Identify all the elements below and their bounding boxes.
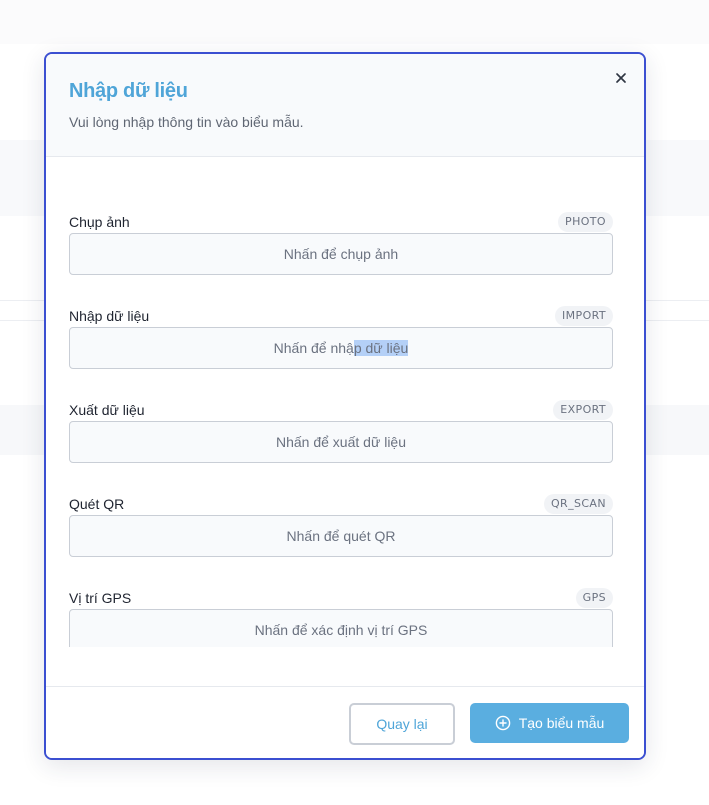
modal-title: Nhập dữ liệu bbox=[69, 80, 188, 102]
field-type-badge: QR_SCAN bbox=[543, 494, 613, 514]
field-photo: Chụp ảnh PHOTO Nhấn để chụp ảnh bbox=[69, 212, 613, 308]
button-text: Nhấn để nhậ bbox=[273, 340, 354, 356]
field-type-badge: IMPORT bbox=[555, 306, 613, 326]
modal-footer: Quay lại Tạo biểu mẫu bbox=[46, 686, 644, 758]
field-export: Xuất dữ liệu EXPORT Nhấn để xuất dữ liệu bbox=[69, 400, 613, 496]
modal-subtitle: Vui lòng nhập thông tin vào biểu mẫu. bbox=[69, 114, 304, 130]
modal-header: Nhập dữ liệu Vui lòng nhập thông tin vào… bbox=[46, 54, 644, 157]
field-type-badge: EXPORT bbox=[553, 400, 613, 420]
field-gps: Vị trí GPS GPS Nhấn để xác định vị trí G… bbox=[69, 588, 613, 647]
field-label: Quét QR bbox=[69, 496, 125, 512]
field-qr-scan: Quét QR QR_SCAN Nhấn để quét QR bbox=[69, 494, 613, 590]
field-label: Xuất dữ liệu bbox=[69, 402, 145, 418]
field-import: Nhập dữ liệu IMPORT Nhấn để nhập dữ liệu bbox=[69, 306, 613, 402]
take-photo-button[interactable]: Nhấn để chụp ảnh bbox=[69, 233, 613, 275]
close-icon[interactable] bbox=[611, 68, 631, 88]
scan-qr-button[interactable]: Nhấn để quét QR bbox=[69, 515, 613, 557]
field-type-badge: GPS bbox=[575, 588, 613, 608]
locate-gps-button[interactable]: Nhấn để xác định vị trí GPS bbox=[69, 609, 613, 647]
background-header bbox=[0, 0, 709, 44]
import-data-button[interactable]: Nhấn để nhập dữ liệu bbox=[69, 327, 613, 369]
modal-body[interactable]: Chụp ảnh PHOTO Nhấn để chụp ảnh Nhập dữ … bbox=[46, 157, 644, 647]
create-form-button[interactable]: Tạo biểu mẫu bbox=[470, 703, 629, 743]
import-data-modal: Nhập dữ liệu Vui lòng nhập thông tin vào… bbox=[44, 52, 646, 760]
field-label: Chụp ảnh bbox=[69, 214, 130, 230]
field-label: Vị trí GPS bbox=[69, 590, 132, 606]
create-form-label: Tạo biểu mẫu bbox=[518, 715, 605, 731]
field-type-badge: PHOTO bbox=[558, 212, 613, 232]
back-button[interactable]: Quay lại bbox=[349, 703, 455, 745]
selected-text: p dữ liệu bbox=[353, 340, 409, 356]
plus-circle-icon bbox=[495, 715, 511, 731]
export-data-button[interactable]: Nhấn để xuất dữ liệu bbox=[69, 421, 613, 463]
field-label: Nhập dữ liệu bbox=[69, 308, 150, 324]
